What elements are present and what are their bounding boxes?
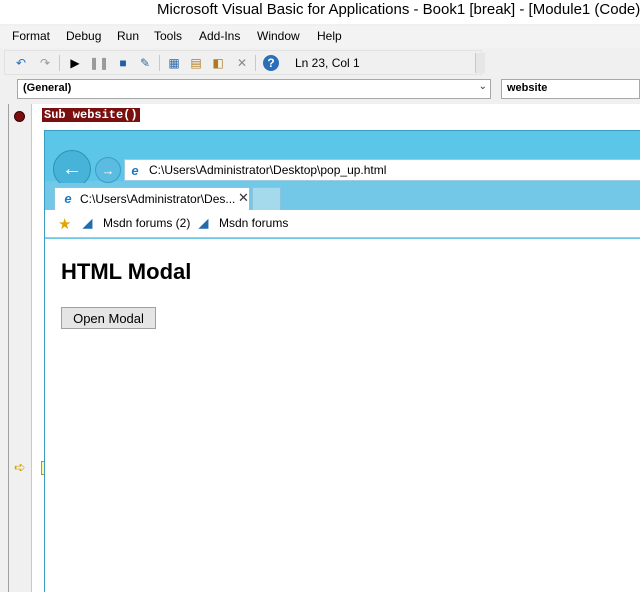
new-tab-button[interactable]: [252, 187, 281, 210]
menu-run[interactable]: Run: [117, 29, 139, 43]
run-icon[interactable]: ▶: [67, 55, 83, 71]
address-bar[interactable]: e C:\Users\Administrator\Desktop\pop_up.…: [124, 159, 640, 181]
object-browser-icon[interactable]: ◧: [210, 55, 226, 71]
chevron-down-icon: ⌄: [478, 81, 487, 92]
ie-page-icon: e: [131, 162, 139, 178]
favorite-label: Msdn forums (2): [103, 216, 191, 230]
project-explorer-icon[interactable]: ▦: [166, 55, 182, 71]
arrow-right-icon: →: [101, 162, 115, 178]
toolbar-separator: [159, 55, 160, 71]
reset-icon[interactable]: ■: [115, 55, 131, 71]
window-title: Microsoft Visual Basic for Applications …: [157, 1, 640, 18]
procedure-combo-value: website: [507, 82, 548, 94]
help-icon[interactable]: ?: [263, 55, 279, 71]
favorites-bar: ★ ◢ Msdn forums (2) ◢ Msdn forums: [45, 210, 640, 238]
address-text: C:\Users\Administrator\Desktop\pop_up.ht…: [149, 163, 387, 177]
redo-icon[interactable]: ↷: [37, 55, 53, 71]
favorite-msdn-forums[interactable]: ◢ Msdn forums: [199, 216, 288, 230]
design-mode-icon[interactable]: ✎: [137, 55, 153, 71]
menu-format[interactable]: Format: [12, 29, 50, 43]
forward-button[interactable]: →: [95, 157, 121, 183]
object-combo[interactable]: (General) ⌄: [17, 79, 491, 99]
tab-title: C:\Users\Administrator\Des...: [80, 192, 236, 206]
menu-window[interactable]: Window: [257, 29, 300, 43]
toolbar-overflow-icon[interactable]: [475, 53, 485, 73]
ie-tab-row: e C:\Users\Administrator\Des... ✕: [45, 183, 640, 210]
standard-toolbar: ↶ ↷ ▶ ❚❚ ■ ✎ ▦ ▤ ◧ ✕ ? Ln 23, Col 1: [4, 50, 485, 75]
ie-tab-active[interactable]: e C:\Users\Administrator\Des... ✕: [54, 187, 250, 210]
ie-page-content: HTML Modal Open Modal: [45, 239, 640, 592]
execution-pointer-icon[interactable]: ➪: [14, 460, 26, 474]
favorite-msdn-forums-2[interactable]: ◢ Msdn forums (2): [83, 216, 190, 230]
properties-icon[interactable]: ▤: [188, 55, 204, 71]
break-icon[interactable]: ❚❚: [89, 55, 109, 71]
cursor-position-status: Ln 23, Col 1: [295, 56, 360, 70]
code-margin[interactable]: ➪: [9, 104, 32, 592]
close-icon[interactable]: ✕: [238, 190, 249, 206]
object-combo-value: (General): [23, 82, 72, 94]
title-bar: Microsoft Visual Basic for Applications …: [0, 0, 640, 24]
ie-page-icon: e: [64, 190, 72, 206]
breakpoint-icon[interactable]: [14, 111, 25, 122]
toolbox-icon[interactable]: ✕: [234, 55, 250, 71]
code-combo-row: (General) ⌄ website: [0, 76, 640, 103]
menu-tools[interactable]: Tools: [154, 29, 182, 43]
open-modal-button[interactable]: Open Modal: [61, 307, 156, 329]
menu-add-ins[interactable]: Add-Ins: [199, 29, 240, 43]
undo-icon[interactable]: ↶: [13, 55, 29, 71]
page-heading: HTML Modal: [61, 259, 192, 284]
menu-help[interactable]: Help: [317, 29, 342, 43]
menu-bar: Format Debug Run Tools Add-Ins Window He…: [0, 26, 640, 48]
msdn-icon: ◢: [83, 216, 93, 230]
favorite-label: Msdn forums: [219, 216, 289, 230]
arrow-left-icon: ←: [62, 157, 82, 180]
menu-debug[interactable]: Debug: [66, 29, 101, 43]
toolbar-separator: [255, 55, 256, 71]
msdn-icon: ◢: [199, 216, 209, 230]
procedure-combo[interactable]: website: [501, 79, 640, 99]
ie-browser-window: ← → e C:\Users\Administrator\Desktop\pop…: [44, 130, 640, 592]
breakpoint-code-line[interactable]: Sub website(): [42, 108, 140, 122]
favorites-star-icon[interactable]: ★: [58, 215, 71, 233]
toolbar-separator: [59, 55, 60, 71]
ie-navigation-bar: ← → e C:\Users\Administrator\Desktop\pop…: [45, 131, 640, 188]
